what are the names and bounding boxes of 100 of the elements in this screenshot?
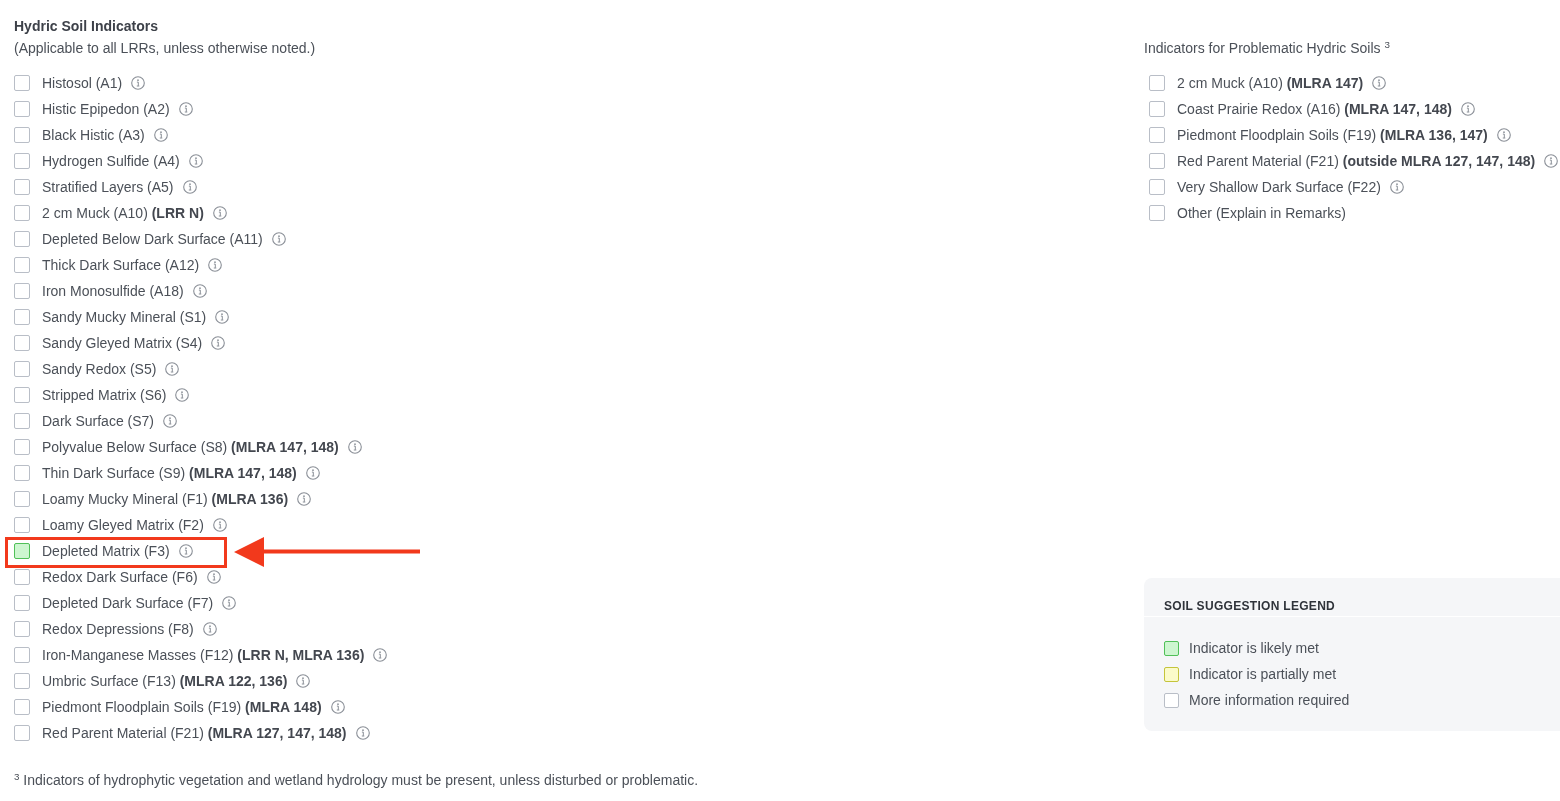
indicator-label: Hydrogen Sulfide (A4) <box>42 152 180 170</box>
info-icon[interactable] <box>175 388 190 402</box>
indicator-label: Piedmont Floodplain Soils (F19) (MLRA 136, 147) <box>1177 126 1488 144</box>
indicator-label: 2 cm Muck (A10) (MLRA 147) <box>1177 74 1364 92</box>
section-subtitle: (Applicable to all LRRs, unless otherwise noted.) <box>14 39 316 58</box>
checkbox[interactable] <box>14 257 30 273</box>
indicator-label: Redox Dark Surface (F6) <box>42 568 198 586</box>
checkbox[interactable] <box>14 127 30 143</box>
checkbox[interactable] <box>1149 127 1165 143</box>
checkbox[interactable] <box>1149 153 1165 169</box>
info-icon[interactable] <box>208 258 223 272</box>
info-icon[interactable] <box>192 284 207 298</box>
indicator-label: Depleted Dark Surface (F7) <box>42 594 214 612</box>
checkbox[interactable] <box>14 465 30 481</box>
info-icon[interactable] <box>182 180 197 194</box>
info-icon[interactable] <box>1544 154 1559 168</box>
indicator-label: Other (Explain in Remarks) <box>1177 204 1346 222</box>
checkbox[interactable] <box>14 153 30 169</box>
info-icon[interactable] <box>271 232 286 246</box>
checkbox[interactable] <box>14 231 30 247</box>
indicator-label: Thick Dark Surface (A12) <box>42 256 200 274</box>
indicator-label: Coast Prairie Redox (A16) (MLRA 147, 148) <box>1177 100 1452 118</box>
checkbox[interactable] <box>14 309 30 325</box>
indicator-label: Polyvalue Below Surface (S8) (MLRA 147, 148) <box>42 438 339 456</box>
indicator-label: Red Parent Material (F21) (MLRA 127, 147, 148) <box>42 724 347 742</box>
section-title: Indicators for Problematic Hydric Soils $^{3}$ <box>1144 38 1390 58</box>
info-icon[interactable] <box>222 596 237 610</box>
info-icon[interactable] <box>297 492 312 506</box>
info-icon[interactable] <box>211 336 226 350</box>
checkbox[interactable] <box>14 569 30 585</box>
indicator-label: Redox Depressions (F8) <box>42 620 194 638</box>
indicator-label: Iron Monosulfide (A18) <box>42 282 184 300</box>
indicator-label: Very Shallow Dark Surface (F22) <box>1177 178 1381 196</box>
legend-label: Indicator is likely met <box>1189 639 1319 657</box>
info-icon[interactable] <box>188 154 203 168</box>
indicator-label: Iron-Manganese Masses (F12) (LRR N, MLRA 136) <box>42 646 365 664</box>
indicator-label: Loamy Mucky Mineral (F1) (MLRA 136) <box>42 490 289 508</box>
indicator-label: Stripped Matrix (S6) <box>42 386 167 404</box>
indicator-label: Stratified Layers (A5) <box>42 178 174 196</box>
checkbox[interactable] <box>14 361 30 377</box>
checkbox[interactable] <box>14 283 30 299</box>
checkbox[interactable] <box>14 517 30 533</box>
info-icon[interactable] <box>165 362 180 376</box>
section-title: Hydric Soil Indicators <box>14 17 158 36</box>
checkbox[interactable] <box>14 595 30 611</box>
info-icon[interactable] <box>1372 76 1387 90</box>
checkbox[interactable] <box>14 543 30 559</box>
info-icon[interactable] <box>153 128 168 142</box>
checkbox[interactable] <box>14 413 30 429</box>
indicator-label: Dark Surface (S7) <box>42 412 155 430</box>
indicator-label: Sandy Redox (S5) <box>42 360 157 378</box>
indicator-label: Depleted Below Dark Surface (A11) <box>42 230 263 248</box>
indicator-label: 2 cm Muck (A10) (LRR N) <box>42 204 204 222</box>
checkbox[interactable] <box>14 621 30 637</box>
info-icon[interactable] <box>206 570 221 584</box>
legend-label: Indicator is partially met <box>1189 665 1337 683</box>
info-icon[interactable] <box>178 102 193 116</box>
checkbox[interactable] <box>14 75 30 91</box>
info-icon[interactable] <box>296 674 311 688</box>
checkbox[interactable] <box>1149 75 1165 91</box>
info-icon[interactable] <box>163 414 178 428</box>
checkbox[interactable] <box>14 101 30 117</box>
legend-title: SOIL SUGGESTION LEGEND <box>1144 578 1560 617</box>
indicator-label: Loamy Gleyed Matrix (F2) <box>42 516 204 534</box>
checkbox[interactable] <box>14 491 30 507</box>
info-icon[interactable] <box>355 726 370 740</box>
info-icon[interactable] <box>1496 128 1511 142</box>
indicator-label: Piedmont Floodplain Soils (F19) (MLRA 148) <box>42 698 322 716</box>
checkbox[interactable] <box>14 673 30 689</box>
info-icon[interactable] <box>305 466 320 480</box>
checkbox[interactable] <box>14 205 30 221</box>
indicator-label: Sandy Gleyed Matrix (S4) <box>42 334 203 352</box>
checkbox[interactable] <box>14 335 30 351</box>
checkbox[interactable] <box>14 699 30 715</box>
legend-label: More information required <box>1189 691 1350 709</box>
info-icon[interactable] <box>212 206 227 220</box>
indicator-label: Thin Dark Surface (S9) (MLRA 147, 148) <box>42 464 297 482</box>
info-icon[interactable] <box>347 440 362 454</box>
checkbox[interactable] <box>1149 179 1165 195</box>
info-icon[interactable] <box>1389 180 1404 194</box>
info-icon[interactable] <box>1460 102 1475 116</box>
checkbox[interactable] <box>1149 205 1165 221</box>
checkbox[interactable] <box>14 387 30 403</box>
indicator-label: Histic Epipedon (A2) <box>42 100 170 118</box>
checkbox[interactable] <box>14 647 30 663</box>
checkbox[interactable] <box>14 179 30 195</box>
checkbox[interactable] <box>14 439 30 455</box>
indicator-label: Sandy Mucky Mineral (S1) <box>42 308 207 326</box>
info-icon[interactable] <box>212 518 227 532</box>
indicator-label: Umbric Surface (F13) (MLRA 122, 136) <box>42 672 288 690</box>
info-icon[interactable] <box>373 648 388 662</box>
indicator-label: Black Histic (A3) <box>42 126 145 144</box>
info-icon[interactable] <box>131 76 146 90</box>
indicator-label: Histosol (A1) <box>42 74 123 92</box>
checkbox[interactable] <box>1149 101 1165 117</box>
info-icon[interactable] <box>178 544 193 558</box>
info-icon[interactable] <box>330 700 345 714</box>
checkbox[interactable] <box>14 725 30 741</box>
info-icon[interactable] <box>202 622 217 636</box>
info-icon[interactable] <box>215 310 230 324</box>
